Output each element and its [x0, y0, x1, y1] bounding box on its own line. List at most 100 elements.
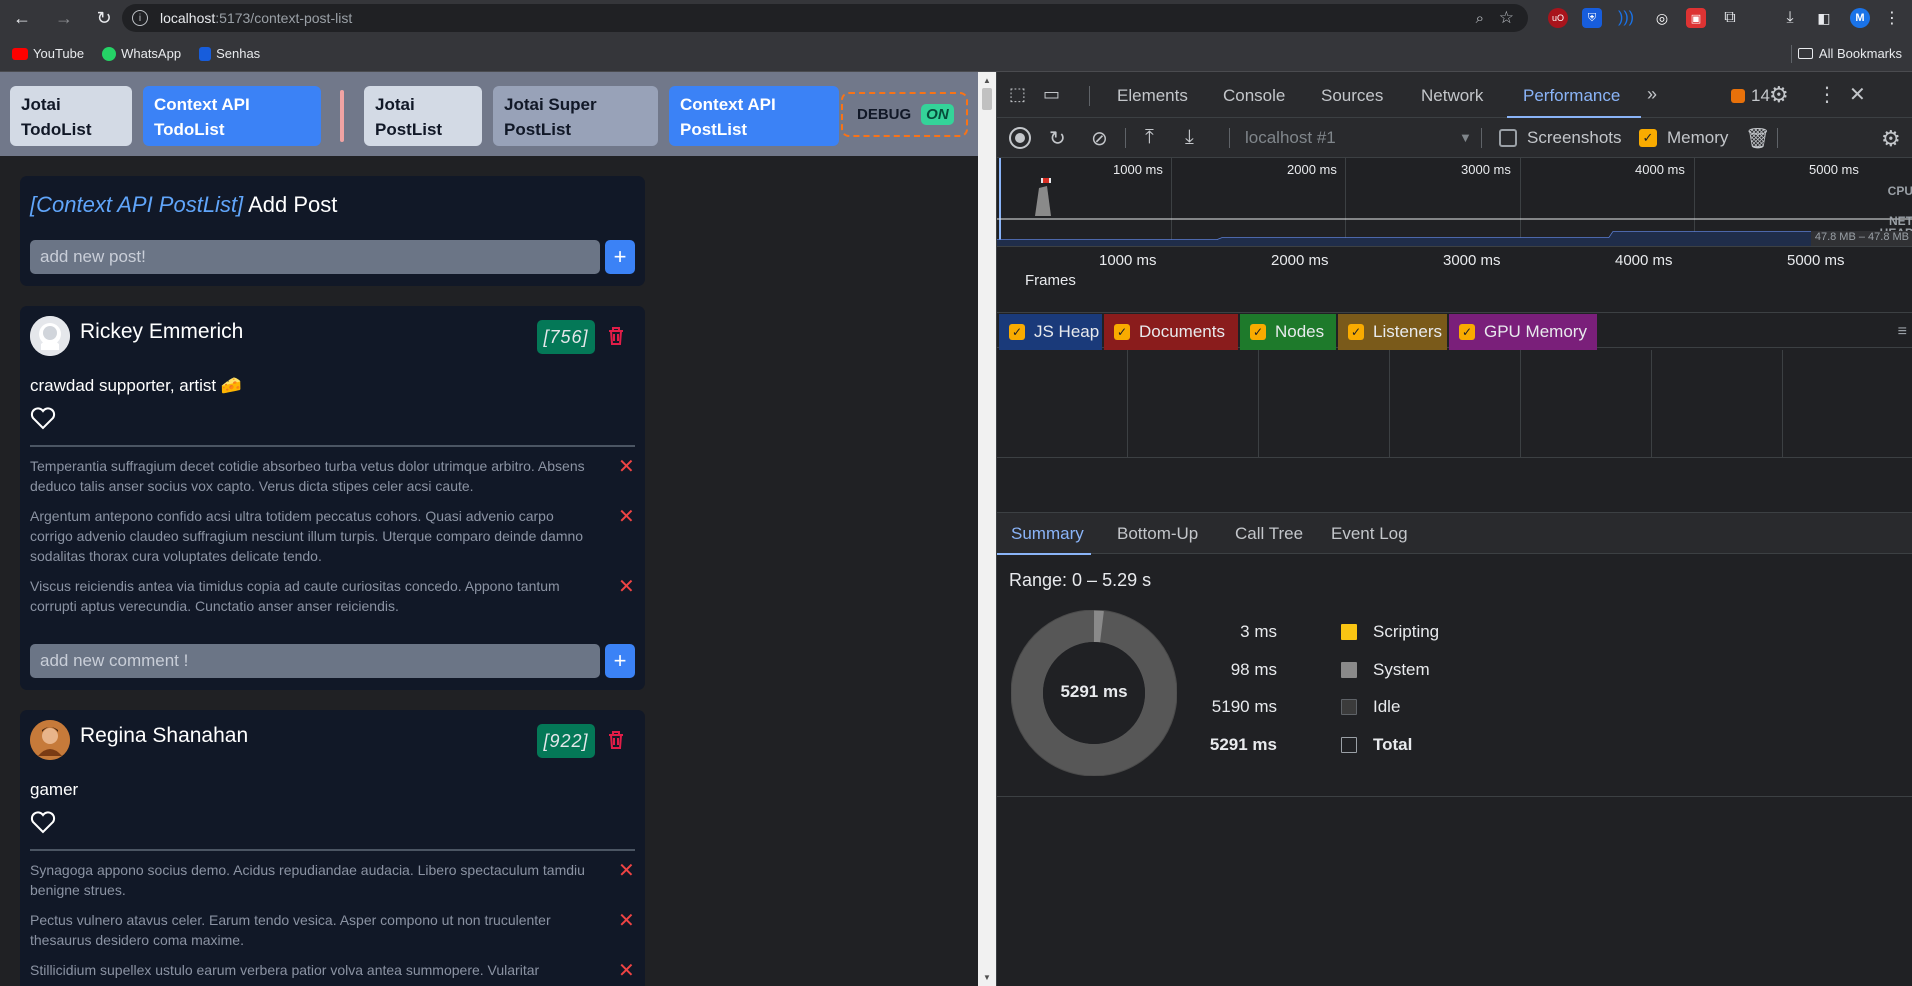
eyes-extension-icon[interactable]: ◎	[1652, 8, 1672, 28]
bookmark-whatsapp[interactable]: WhatsApp	[102, 46, 181, 61]
close-devtools-icon[interactable]: ✕	[1849, 82, 1866, 107]
tab-jotai-todolist[interactable]: Jotai TodoList	[10, 86, 132, 146]
tab-extension-icon[interactable]: ▣	[1686, 8, 1706, 28]
tab-jotai-postlist[interactable]: Jotai PostList	[364, 86, 482, 146]
ruler-tick: 2000 ms	[1271, 252, 1329, 269]
graph-gridline	[1258, 350, 1259, 458]
screenshots-checkbox[interactable]	[1499, 129, 1517, 147]
bookmark-label: WhatsApp	[121, 46, 182, 61]
tab-performance[interactable]: Performance	[1523, 86, 1620, 106]
ruler-tick: 5000 ms	[1787, 252, 1845, 269]
tab-event-log[interactable]: Event Log	[1331, 524, 1408, 544]
side-panel-icon[interactable]: ◧	[1814, 8, 1834, 28]
record-button[interactable]	[1009, 127, 1031, 149]
summary-divider	[997, 796, 1912, 797]
scroll-thumb[interactable]	[982, 88, 992, 110]
tab-console[interactable]: Console	[1223, 86, 1285, 106]
download-profile-icon[interactable]: ⤓	[1185, 126, 1194, 149]
profile-avatar[interactable]: M	[1850, 8, 1870, 28]
settings-gear-icon[interactable]: ⚙	[1769, 82, 1789, 108]
add-post-input[interactable]: add new post!	[30, 240, 600, 274]
details-tabbar: Summary Bottom-Up Call Tree Event Log	[997, 512, 1912, 555]
wave-extension-icon[interactable]: )))	[1616, 8, 1636, 28]
trash-icon[interactable]: 🗑	[1745, 126, 1770, 151]
add-post-button[interactable]: +	[605, 240, 635, 274]
delete-comment-icon[interactable]: ✕	[618, 504, 635, 529]
forward-icon[interactable]: →	[50, 4, 78, 32]
add-comment-button[interactable]: +	[605, 644, 635, 678]
delete-comment-icon[interactable]: ✕	[618, 858, 635, 883]
chevron-down-icon[interactable]: ▼	[1459, 130, 1472, 145]
system-swatch	[1341, 662, 1357, 678]
avatar	[30, 720, 70, 760]
memory-checkbox[interactable]: ✓	[1639, 129, 1657, 147]
browser-toolbar: ← → ↻ i localhost:5173/context-post-list…	[0, 0, 1912, 36]
more-options-icon[interactable]: ⋮	[1817, 82, 1837, 107]
device-toolbar-icon[interactable]: ▭	[1043, 84, 1060, 105]
bitwarden-extension-icon[interactable]: ⛨	[1582, 8, 1602, 28]
bookmark-senhas[interactable]: Senhas	[199, 46, 260, 61]
timeline-overview[interactable]: 1000 ms 2000 ms 3000 ms 4000 ms 5000 ms …	[997, 158, 1912, 246]
all-bookmarks-button[interactable]: All Bookmarks	[1797, 46, 1902, 61]
issues-badge[interactable]: 14	[1731, 86, 1770, 106]
bitwarden-icon	[199, 46, 212, 61]
menu-kebab-icon[interactable]: ⋮	[1882, 8, 1902, 28]
range-label: Range: 0 – 5.29 s	[1009, 570, 1152, 590]
site-info-icon[interactable]: i	[132, 10, 148, 26]
summary-donut-chart: 5291 ms	[1010, 609, 1178, 781]
delete-post-icon[interactable]	[607, 730, 625, 752]
clear-icon[interactable]: ⊘	[1091, 126, 1108, 151]
devtools-panel: ⬚ ▭ Elements Console Sources Network Per…	[996, 72, 1912, 986]
address-bar[interactable]: i localhost:5173/context-post-list ⌕ ☆	[122, 4, 1528, 32]
bookmark-star-icon[interactable]: ☆	[1499, 8, 1514, 28]
nav-divider	[340, 90, 344, 142]
delete-comment-icon[interactable]: ✕	[618, 958, 635, 983]
back-icon[interactable]: ←	[8, 4, 36, 32]
counter-js-heap[interactable]: ✓ JS Heap	[999, 314, 1102, 350]
delete-comment-icon[interactable]: ✕	[618, 574, 635, 599]
divider	[30, 445, 635, 447]
reload-record-icon[interactable]: ↻	[1049, 126, 1066, 151]
page-scrollbar[interactable]: ▲ ▼	[978, 72, 996, 986]
hamburger-menu-icon[interactable]: ≡	[1898, 323, 1907, 341]
delete-comment-icon[interactable]: ✕	[618, 454, 635, 479]
scroll-down-icon[interactable]: ▼	[983, 973, 991, 982]
capture-settings-icon[interactable]: ⚙	[1881, 126, 1901, 152]
inspect-element-icon[interactable]: ⬚	[1009, 84, 1026, 105]
summary-label: Scripting	[1373, 622, 1440, 641]
debug-toggle[interactable]: DEBUG ON	[841, 92, 968, 137]
tab-call-tree[interactable]: Call Tree	[1235, 524, 1303, 544]
counter-nodes[interactable]: ✓ Nodes	[1240, 314, 1336, 350]
upload-profile-icon[interactable]: ⤒	[1145, 126, 1154, 149]
tab-context-postlist[interactable]: Context API PostList	[669, 86, 839, 146]
issues-icon	[1731, 89, 1745, 103]
puzzle-extension-icon[interactable]: ⧉	[1720, 8, 1740, 28]
tab-jotai-super-postlist[interactable]: Jotai Super PostList	[493, 86, 658, 146]
add-comment-input[interactable]: add new comment !	[30, 644, 600, 678]
counter-documents[interactable]: ✓ Documents	[1104, 314, 1238, 350]
tab-summary[interactable]: Summary	[1011, 524, 1084, 544]
comment-text: Stillicidium supellex ustulo earum verbe…	[30, 962, 540, 978]
frames-track-label[interactable]: Frames	[1025, 272, 1076, 289]
github-icon	[30, 316, 70, 356]
bookmark-youtube[interactable]: YouTube	[12, 46, 84, 61]
more-tabs-icon[interactable]: »	[1647, 84, 1657, 105]
target-select[interactable]: localhost #1	[1245, 128, 1336, 148]
delete-post-icon[interactable]	[607, 326, 625, 348]
tab-context-todolist[interactable]: Context API TodoList	[143, 86, 321, 146]
reload-icon[interactable]: ↻	[90, 4, 118, 32]
scroll-up-icon[interactable]: ▲	[983, 76, 991, 85]
download-icon[interactable]: ⤓	[1780, 8, 1800, 28]
tab-elements[interactable]: Elements	[1117, 86, 1188, 106]
post-author: Regina Shanahan	[80, 724, 249, 747]
zoom-icon[interactable]: ⌕	[1476, 10, 1484, 27]
tab-bottom-up[interactable]: Bottom-Up	[1117, 524, 1198, 544]
tab-sources[interactable]: Sources	[1321, 86, 1383, 106]
counter-gpu-memory[interactable]: ✓ GPU Memory	[1449, 314, 1597, 350]
like-heart-icon[interactable]	[30, 810, 56, 834]
counter-listeners[interactable]: ✓ Listeners	[1338, 314, 1447, 350]
tab-network[interactable]: Network	[1421, 86, 1483, 106]
ublock-extension-icon[interactable]: uO	[1548, 8, 1568, 28]
like-heart-icon[interactable]	[30, 406, 56, 430]
delete-comment-icon[interactable]: ✕	[618, 908, 635, 933]
